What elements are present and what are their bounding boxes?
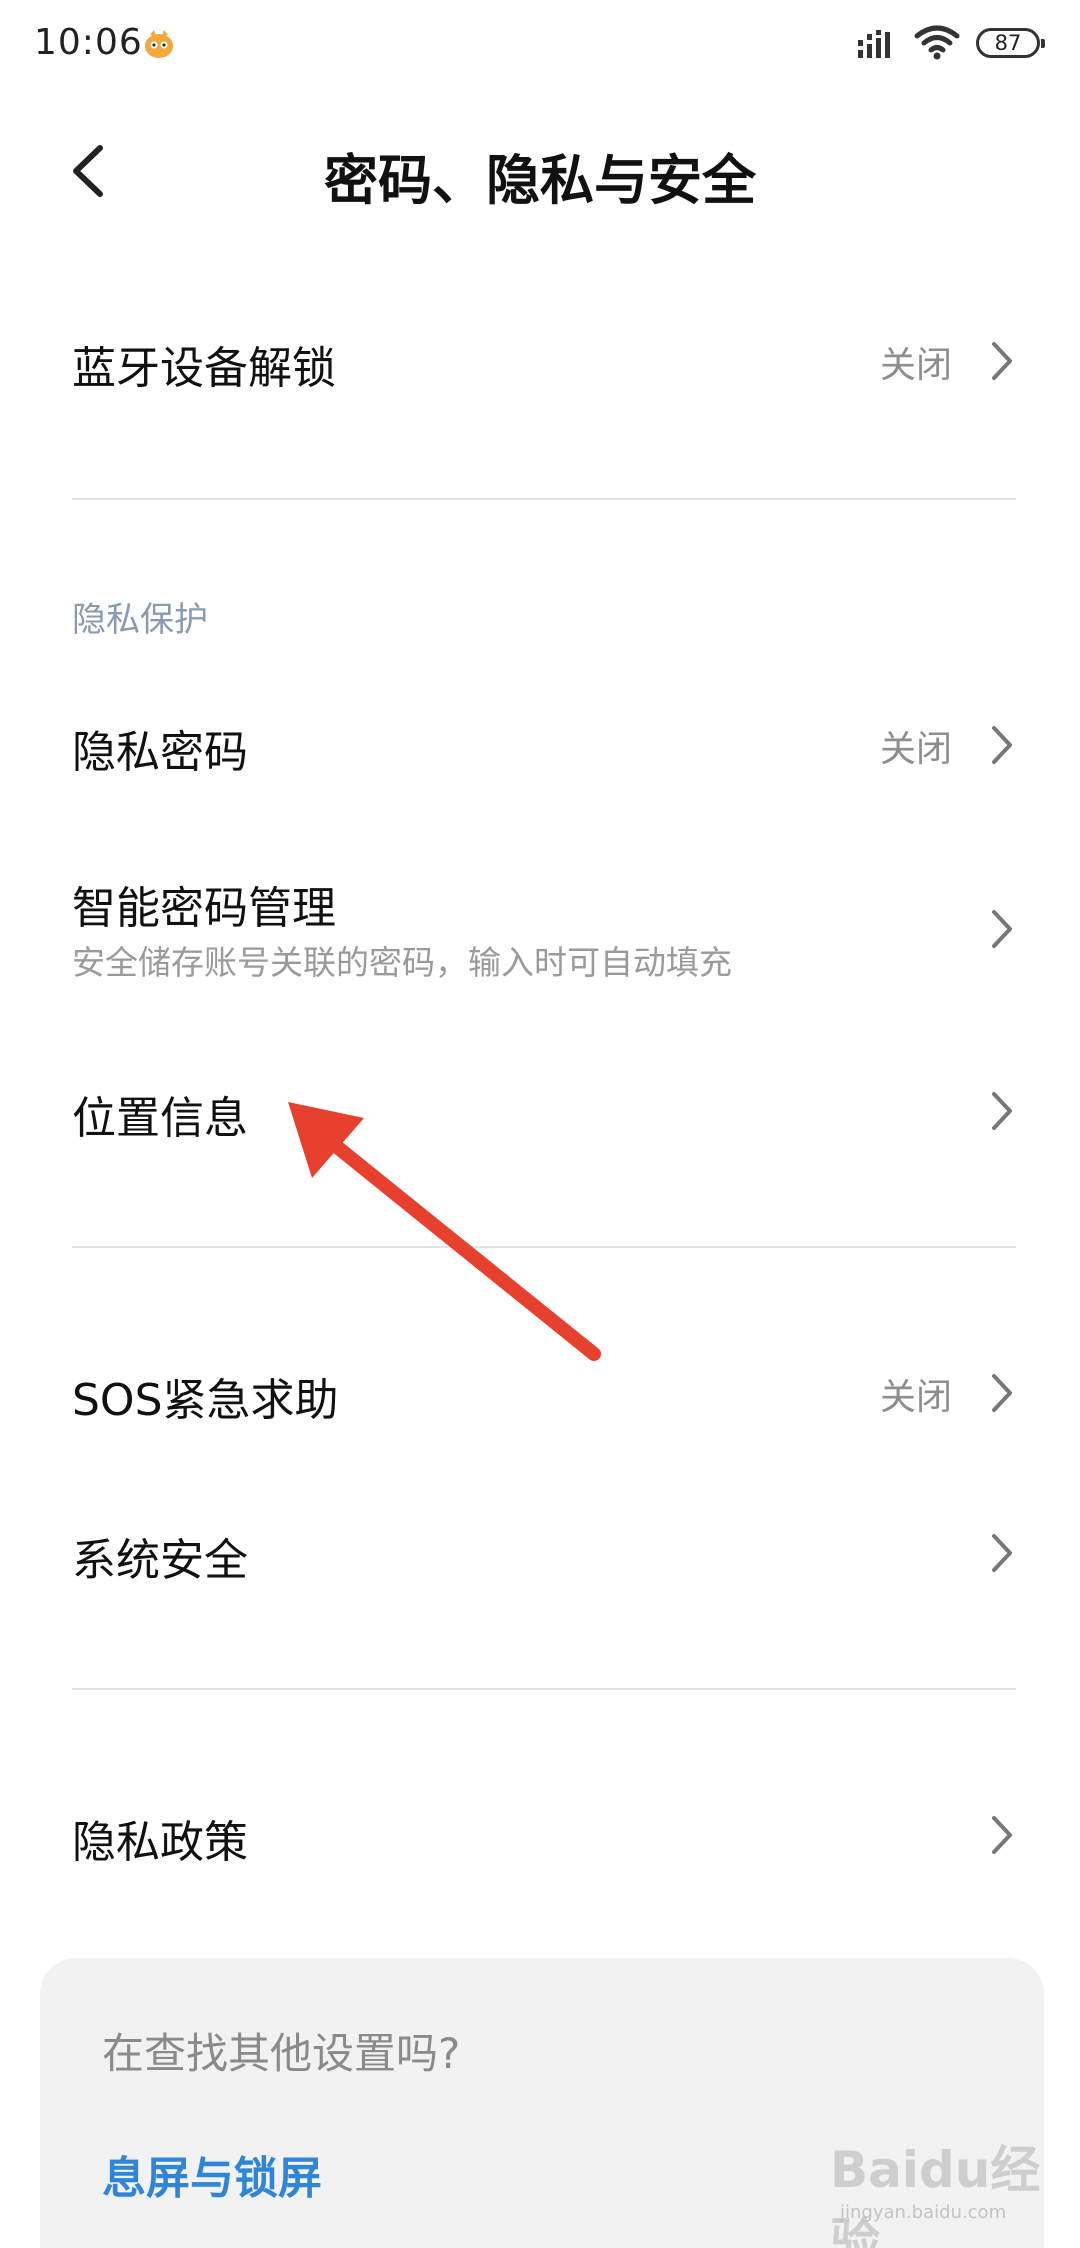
divider <box>72 1246 1016 1248</box>
chevron-right-icon <box>992 726 1012 764</box>
wifi-icon <box>914 25 960 60</box>
row-value: 关闭 <box>879 729 952 770</box>
row-system-security[interactable]: 系统安全 <box>0 1492 1080 1612</box>
row-title: 系统安全 <box>72 1535 248 1586</box>
row-value: 关闭 <box>879 1377 952 1418</box>
row-title: 隐私密码 <box>72 727 248 778</box>
chevron-right-icon <box>992 342 1012 380</box>
chevron-right-icon <box>992 1816 1012 1854</box>
chevron-right-icon <box>992 1092 1012 1130</box>
suggestion-link-screen-lock[interactable]: 息屏与锁屏 <box>102 2142 322 2206</box>
header: 密码、隐私与安全 <box>0 110 1080 230</box>
suggestion-prompt: 在查找其他设置吗? <box>102 2029 461 2078</box>
battery-icon: 87 <box>976 28 1045 58</box>
row-title: 位置信息 <box>72 1093 248 1144</box>
section-header-privacy: 隐私保护 <box>72 600 208 640</box>
row-location[interactable]: 位置信息 <box>0 1050 1080 1170</box>
chevron-right-icon <box>992 1374 1012 1412</box>
row-title: 蓝牙设备解锁 <box>72 343 336 394</box>
divider <box>72 498 1016 500</box>
chevron-right-icon <box>992 1534 1012 1572</box>
baidu-watermark: Baidu经验 jingyan.baidu.com <box>830 2130 1050 2248</box>
page-title: 密码、隐私与安全 <box>324 149 756 212</box>
battery-level: 87 <box>994 31 1022 55</box>
row-subtitle: 安全储存账号关联的密码，输入时可自动填充 <box>72 943 732 982</box>
status-time: 10:06 <box>34 22 143 63</box>
chevron-right-icon <box>992 910 1012 948</box>
row-bluetooth-unlock[interactable]: 蓝牙设备解锁 关闭 <box>0 300 1080 420</box>
row-sos[interactable]: SOS紧急求助 关闭 <box>0 1332 1080 1452</box>
app-notification-icon <box>145 30 173 58</box>
watermark-brand: Baidu经验 <box>830 2141 1041 2248</box>
row-value: 关闭 <box>879 345 952 386</box>
row-title: SOS紧急求助 <box>72 1375 339 1426</box>
row-privacy-policy[interactable]: 隐私政策 <box>0 1774 1080 1894</box>
row-title: 隐私政策 <box>72 1817 248 1868</box>
row-title: 智能密码管理 <box>72 883 336 934</box>
signal-icon <box>858 30 890 58</box>
watermark-url: jingyan.baidu.com <box>840 2202 1007 2223</box>
settings-screen: 10:06 87 密码、隐私与安全 蓝牙设备解锁 关闭 隐私保护 隐私密码 关闭… <box>0 0 1080 2248</box>
row-smart-password[interactable]: 智能密码管理 安全储存账号关联的密码，输入时可自动填充 <box>0 848 1080 1008</box>
row-privacy-password[interactable]: 隐私密码 关闭 <box>0 682 1080 802</box>
divider <box>72 1688 1016 1690</box>
status-bar: 10:06 87 <box>0 0 1080 90</box>
